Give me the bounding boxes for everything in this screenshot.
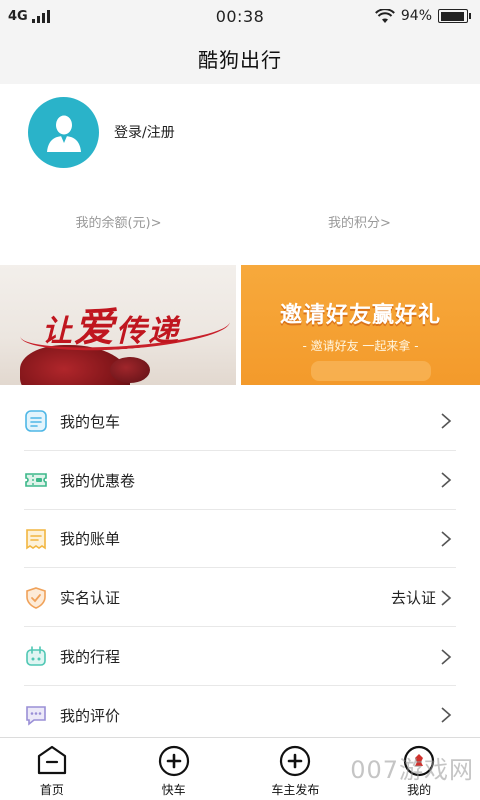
nav-label: 我的 bbox=[407, 783, 432, 797]
clock: 00:38 bbox=[215, 6, 265, 26]
chevron-right-icon bbox=[441, 707, 452, 723]
title-bar: 酷狗出行 bbox=[0, 32, 480, 84]
menu-label: 实名认证 bbox=[60, 589, 121, 608]
menu-item-verify[interactable]: 实名认证 去认证 bbox=[0, 568, 480, 627]
menu-label: 我的评价 bbox=[60, 706, 121, 725]
charter-car-icon bbox=[25, 410, 47, 433]
bill-icon bbox=[26, 529, 46, 550]
menu-label: 我的账单 bbox=[60, 530, 121, 549]
network-type: 4G bbox=[8, 8, 28, 24]
profile-section[interactable]: 登录/注册 bbox=[0, 84, 480, 180]
balances-row: 我的余额(元)> 我的积分> bbox=[0, 205, 480, 237]
battery-icon bbox=[438, 9, 471, 23]
plus-circle-icon bbox=[280, 745, 311, 777]
page-title: 酷狗出行 bbox=[198, 47, 282, 72]
menu-label: 我的优惠卷 bbox=[60, 471, 136, 490]
profile-icon bbox=[404, 745, 435, 777]
menu-item-coupon[interactable]: 我的优惠卷 bbox=[0, 451, 480, 510]
menu-label: 我的包车 bbox=[60, 412, 121, 431]
shield-verify-icon bbox=[26, 586, 46, 609]
love-banner-text: 让爱传递 bbox=[42, 295, 180, 353]
chevron-right-icon bbox=[441, 413, 452, 429]
invite-banner-title: 邀请好友赢好礼 bbox=[279, 303, 441, 328]
menu-item-trip[interactable]: 我的行程 bbox=[0, 627, 480, 686]
my-balance-link[interactable]: 我的余额(元)> bbox=[0, 212, 239, 231]
user-avatar-icon[interactable] bbox=[28, 96, 99, 168]
menu-label: 我的行程 bbox=[60, 648, 121, 667]
home-icon bbox=[37, 745, 66, 775]
status-bar: 4G 00:38 94% bbox=[0, 0, 480, 32]
review-chat-icon bbox=[26, 706, 46, 727]
status-left: 4G bbox=[8, 9, 50, 24]
chevron-right-icon bbox=[441, 590, 452, 606]
nav-label: 车主发布 bbox=[271, 783, 320, 797]
gem-decoration-small bbox=[110, 357, 150, 383]
coupon-icon bbox=[25, 473, 47, 487]
signal-icon bbox=[31, 9, 50, 23]
login-register-link[interactable]: 登录/注册 bbox=[114, 122, 175, 142]
battery-percent: 94% bbox=[400, 8, 432, 24]
trip-icon bbox=[26, 645, 46, 666]
love-banner-word-2: 爱 bbox=[74, 304, 116, 351]
nav-item-home[interactable]: 首页 bbox=[0, 738, 113, 800]
nav-item-express[interactable]: 快车 bbox=[113, 738, 235, 800]
invite-banner-subtitle: - 邀请好友 一起来拿 - bbox=[302, 339, 419, 353]
menu-item-charter[interactable]: 我的包车 bbox=[0, 392, 480, 451]
nav-item-mine[interactable]: 我的 bbox=[358, 738, 480, 800]
menu-list: 我的包车 我的优惠卷 我的账单 实名认证 去认证 我的行程 我的评价 bbox=[0, 392, 480, 745]
chevron-right-icon bbox=[441, 472, 452, 488]
nav-label: 快车 bbox=[161, 783, 186, 797]
love-banner-word-3: 传递 bbox=[116, 314, 180, 349]
love-banner[interactable]: 让爱传递 bbox=[0, 265, 236, 385]
menu-item-bill[interactable]: 我的账单 bbox=[0, 510, 480, 569]
invite-decoration bbox=[311, 361, 431, 381]
love-banner-word-1: 让 bbox=[42, 314, 74, 349]
menu-item-review[interactable]: 我的评价 bbox=[0, 686, 480, 745]
wifi-icon bbox=[374, 8, 395, 23]
plus-circle-icon bbox=[158, 745, 189, 777]
invite-banner[interactable]: 邀请好友赢好礼 - 邀请好友 一起来拿 - bbox=[241, 265, 480, 385]
nav-label: 首页 bbox=[39, 783, 64, 797]
status-right: 94% bbox=[374, 8, 471, 24]
banner-row: 让爱传递 邀请好友赢好礼 - 邀请好友 一起来拿 - bbox=[0, 265, 480, 385]
my-points-link[interactable]: 我的积分> bbox=[239, 212, 480, 231]
nav-item-driver-post[interactable]: 车主发布 bbox=[235, 738, 357, 800]
chevron-right-icon bbox=[441, 648, 452, 665]
bottom-nav: 首页 快车 车主发布 我的 bbox=[0, 737, 480, 800]
verify-now-link[interactable]: 去认证 bbox=[391, 587, 436, 608]
chevron-right-icon bbox=[441, 531, 452, 547]
